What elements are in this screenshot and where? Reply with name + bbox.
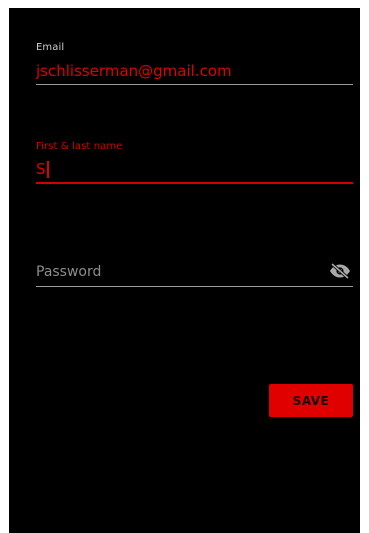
- name-underline: [36, 182, 353, 184]
- password-field[interactable]: Password: [36, 261, 353, 291]
- name-label: First & last name: [36, 141, 123, 152]
- email-field[interactable]: Email jschlisserman@gmail.com: [36, 42, 353, 88]
- name-value: S: [36, 160, 46, 178]
- email-label: Email: [36, 42, 65, 53]
- password-placeholder: Password: [36, 264, 102, 280]
- email-value[interactable]: jschlisserman@gmail.com: [36, 62, 232, 80]
- save-button[interactable]: SAVE: [269, 384, 353, 417]
- app-screen: Email jschlisserman@gmail.com First & la…: [9, 8, 360, 533]
- name-input[interactable]: S: [36, 160, 49, 178]
- email-underline: [36, 84, 353, 85]
- visibility-off-icon[interactable]: [329, 262, 351, 280]
- name-field[interactable]: First & last name S: [36, 141, 353, 187]
- password-underline: [36, 286, 353, 287]
- text-cursor: [46, 160, 49, 178]
